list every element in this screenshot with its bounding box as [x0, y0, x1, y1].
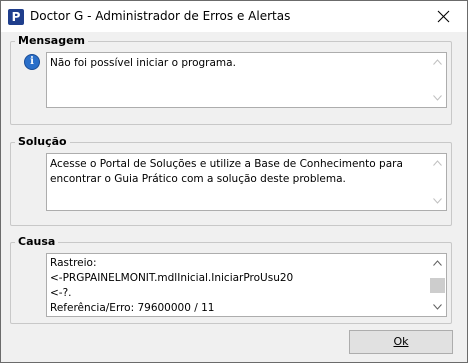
message-group: Mensagem i Não foi possível iniciar o pr… [10, 34, 452, 125]
message-legend: Mensagem [15, 34, 89, 47]
window-title: Doctor G - Administrador de Erros e Aler… [30, 9, 291, 23]
solution-group: Solução Acesse o Portal de Soluções e ut… [10, 135, 452, 226]
scroll-down-icon[interactable] [433, 304, 442, 310]
solution-textbox[interactable]: Acesse o Portal de Soluções e utilize a … [46, 153, 447, 211]
scroll-up-icon[interactable] [433, 260, 442, 266]
cause-line: Referência/Erro: 79600000 / 11 [50, 302, 215, 314]
cause-group: Causa Rastreio: <-PRGPAINELMONIT.mdlInic… [10, 235, 452, 324]
message-textbox[interactable]: Não foi possível iniciar o programa. [46, 52, 447, 108]
cause-scrollbar[interactable] [429, 254, 446, 316]
scroll-down-icon[interactable] [433, 198, 442, 204]
message-text: Não foi possível iniciar o programa. [50, 57, 236, 69]
info-icon: i [24, 54, 40, 70]
solution-text: Acesse o Portal de Soluções e utilize a … [50, 158, 403, 185]
cause-line: Rastreio: [50, 257, 97, 269]
close-icon [437, 10, 450, 23]
close-button[interactable] [421, 1, 467, 32]
solution-scrollbar[interactable] [429, 154, 446, 210]
title-bar[interactable]: P Doctor G - Administrador de Erros e Al… [1, 1, 467, 32]
cause-line: <-?. [50, 287, 72, 299]
app-icon: P [8, 9, 24, 25]
scroll-up-icon[interactable] [433, 160, 442, 166]
cause-textbox[interactable]: Rastreio: <-PRGPAINELMONIT.mdlInicial.In… [46, 253, 447, 317]
dialog-window: P Doctor G - Administrador de Erros e Al… [0, 0, 468, 363]
message-scrollbar[interactable] [429, 53, 446, 107]
cause-line: <-PRGPAINELMONIT.mdlInicial.IniciarProUs… [50, 272, 294, 284]
scroll-up-icon[interactable] [433, 59, 442, 65]
cause-legend: Causa [15, 235, 59, 248]
scroll-thumb[interactable] [430, 278, 445, 293]
scroll-down-icon[interactable] [433, 95, 442, 101]
solution-legend: Solução [15, 135, 70, 148]
ok-button[interactable]: Ok [349, 330, 453, 354]
